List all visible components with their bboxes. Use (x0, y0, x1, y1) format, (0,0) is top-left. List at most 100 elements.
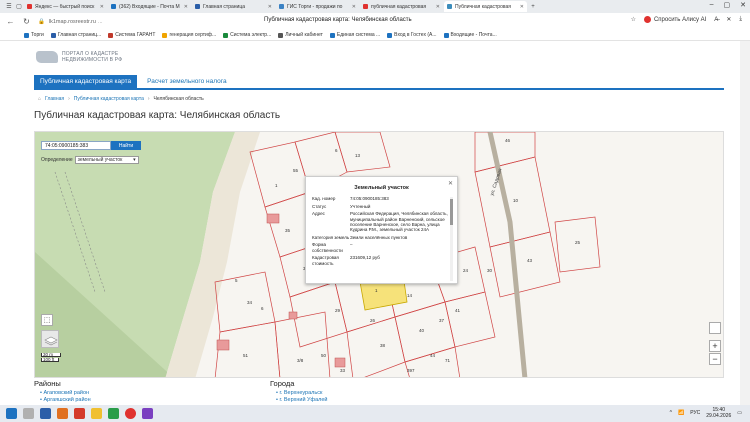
windows-start-icon[interactable] (6, 408, 17, 419)
find-button[interactable]: Найти (111, 141, 141, 150)
parcel-number[interactable]: 6 (261, 306, 264, 311)
parcel-number[interactable]: 38 (380, 343, 386, 348)
bookmark-item[interactable]: генерация сертиф... (162, 32, 216, 38)
new-tab-button[interactable]: + (528, 2, 538, 12)
bookmark-item[interactable]: Главная страниц... (50, 32, 101, 38)
popup-scrollbar[interactable] (450, 197, 453, 281)
parcel-number[interactable]: 14 (407, 293, 413, 298)
parcel-number[interactable]: 5 (235, 278, 238, 283)
app-icon[interactable] (74, 408, 85, 419)
parcel-number[interactable]: 41 (455, 308, 461, 313)
layers-button[interactable] (41, 330, 59, 348)
crumb-map[interactable]: Публичная кадастровая карта (74, 96, 144, 102)
tab-close-icon[interactable]: ✕ (184, 4, 188, 10)
parcel-number[interactable]: 26 (370, 318, 376, 323)
crumb-home[interactable]: Главная (45, 96, 64, 102)
tab-close-icon[interactable]: ✕ (352, 4, 356, 10)
parcel-number[interactable]: 34 (247, 300, 253, 305)
extensions-icon[interactable]: ✕ (726, 16, 731, 23)
folder-icon[interactable] (91, 408, 102, 419)
parcel-number[interactable]: 33 (340, 368, 346, 373)
network-icon[interactable]: 📶 (678, 410, 684, 416)
app-icon[interactable] (142, 408, 153, 419)
bookmark-item[interactable]: Личный кабинет (278, 32, 323, 38)
parcel-number[interactable]: 35 (285, 228, 291, 233)
map-tool-button[interactable] (709, 322, 721, 334)
cadastral-number-input[interactable] (41, 141, 111, 150)
cities-link[interactable]: • г. Верхнеуральск (276, 390, 327, 397)
menu-public-cadastral-map[interactable]: Публичная кадастровая карта (34, 75, 138, 88)
task-view-icon[interactable] (40, 408, 51, 419)
parcel-number[interactable]: 55 (293, 168, 299, 173)
parcel-number[interactable]: 71 (445, 358, 451, 363)
parcel-number[interactable]: 6 (335, 148, 338, 153)
reload-icon[interactable]: ↻ (22, 17, 31, 26)
url-field[interactable]: 🔒 lk1map.rosreestr.ru ... (38, 16, 103, 27)
app-icon[interactable] (108, 408, 119, 419)
browser-tab[interactable]: (362) Входящие - Почта М ✕ (108, 1, 191, 12)
parcel-number[interactable]: 40 (419, 328, 425, 333)
parcel-number[interactable]: 13 (355, 153, 361, 158)
lang-indicator[interactable]: РУС (690, 410, 700, 416)
bookmark-item[interactable]: Система электр... (223, 32, 271, 38)
maximize-icon[interactable]: ▢ (724, 1, 731, 9)
parcel-number[interactable]: 397 (407, 368, 415, 373)
tab-list-icon[interactable]: ▢ (14, 2, 24, 12)
ask-alice-button[interactable]: Спросить Алису AI (643, 16, 706, 23)
bookmark-star-icon[interactable]: ☆ (631, 16, 636, 23)
zoom-out-button[interactable]: − (709, 353, 721, 365)
parcel-number[interactable]: 1 (275, 183, 278, 188)
cities-link[interactable]: • г. Верхний Уфалей (276, 397, 327, 404)
parcel-number[interactable]: 3/8 (297, 358, 304, 363)
districts-link[interactable]: • Агаповский район (40, 390, 91, 397)
tab-close-icon[interactable]: ✕ (520, 4, 524, 10)
parcel-number[interactable]: 37 (439, 318, 445, 323)
notifications-icon[interactable]: ▭ (737, 410, 742, 416)
parcel-number[interactable]: 25 (575, 240, 581, 245)
parcel-number[interactable]: 44 (430, 353, 436, 358)
browser-tab[interactable]: публичная кадастровая ✕ (360, 1, 443, 12)
parcel-number[interactable]: 30 (487, 268, 493, 273)
cadastral-map[interactable]: ул. Садовая 553531346513/829263840374142… (34, 131, 724, 378)
parcel-number[interactable]: 46 (505, 138, 511, 143)
parcel-number[interactable]: 50 (321, 353, 327, 358)
portal-logo[interactable]: ПОРТАЛ О КАДАСТРЕ НЕДВИЖИМОСТИ В РФ (36, 51, 122, 63)
yandex-browser-icon[interactable] (125, 408, 136, 419)
translate-icon[interactable]: A̶ (714, 17, 718, 23)
bookmark-item[interactable]: Вход в Гостех (А... (387, 32, 437, 38)
bookmark-item[interactable]: Торги (24, 32, 44, 38)
tab-close-icon[interactable]: ✕ (268, 4, 272, 10)
browser-tab[interactable]: Главная страница ✕ (192, 1, 275, 12)
tab-close-icon[interactable]: ✕ (100, 4, 104, 10)
clock[interactable]: 15:40 29.04.2026 (706, 407, 731, 419)
close-icon[interactable]: ✕ (448, 180, 453, 187)
zoom-in-button[interactable]: + (709, 340, 721, 352)
download-icon[interactable]: ⤓ (739, 16, 742, 23)
bookmark-item[interactable]: Система ГАРАНТ (108, 32, 155, 38)
parcel-number[interactable]: 51 (243, 353, 249, 358)
tab-close-icon[interactable]: ✕ (436, 4, 440, 10)
tab-favicon (363, 4, 368, 9)
browser-tab[interactable]: Публичная кадастровая ✕ (444, 1, 527, 12)
parcel-number[interactable]: 29 (335, 308, 341, 313)
parcel-number[interactable]: 10 (513, 198, 519, 203)
parcel-number[interactable]: 43 (527, 258, 533, 263)
app-icon[interactable] (57, 408, 68, 419)
browser-tab[interactable]: Яндекс — быстрый поиск ✕ (24, 1, 107, 12)
browser-tab[interactable]: ГИС Торги - продажи по ✕ (276, 1, 359, 12)
tray-chevron-icon[interactable]: ^ (670, 410, 672, 416)
back-icon[interactable]: ← (6, 17, 15, 26)
districts-link[interactable]: • Аргаяшский район (40, 397, 91, 404)
tab-favicon (111, 4, 116, 9)
menu-land-tax-calc[interactable]: Расчет земельного налога (141, 75, 232, 88)
search-icon[interactable] (23, 408, 34, 419)
parcel-number[interactable]: 24 (463, 268, 469, 273)
object-type-select[interactable]: земельный участок ▾ (74, 156, 139, 164)
home-icon[interactable]: ⌂ (38, 96, 41, 102)
close-window-icon[interactable]: ✕ (740, 1, 746, 9)
minimize-icon[interactable]: – (710, 1, 714, 9)
bookmark-item[interactable]: Единая система ... (329, 32, 380, 38)
bookmark-item[interactable]: Входящие - Почта... (443, 32, 497, 38)
fullscreen-button[interactable]: ⬚ (41, 314, 53, 326)
tab-menu-icon[interactable]: ☰ (4, 2, 14, 12)
